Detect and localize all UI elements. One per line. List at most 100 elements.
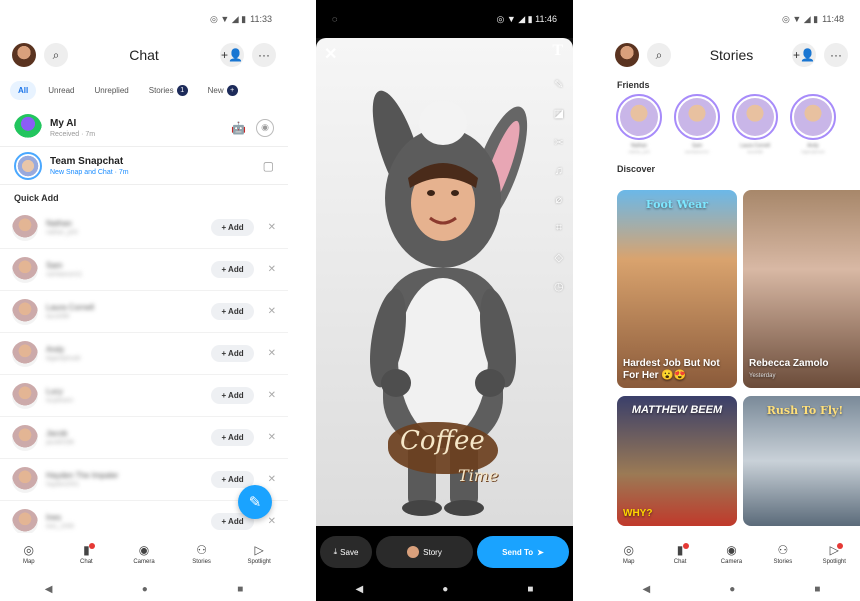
- close-icon[interactable]: ✕: [324, 44, 337, 64]
- add-button[interactable]: + Add: [211, 387, 254, 404]
- close-icon[interactable]: ✕: [268, 474, 276, 485]
- nav-camera[interactable]: ◉ Camera: [711, 543, 751, 565]
- text-tool-icon[interactable]: T: [552, 42, 563, 60]
- add-friend-icon[interactable]: +👤: [220, 43, 244, 67]
- more-icon[interactable]: ···: [252, 43, 276, 67]
- back-icon[interactable]: ◀: [643, 584, 651, 595]
- filter-chips: All Unread Unreplied Stories 1 New +: [0, 72, 288, 109]
- discover-card[interactable]: Rush To Fly!: [743, 396, 860, 526]
- filter-new[interactable]: New +: [200, 80, 246, 101]
- friend-username: hayden2001: [46, 482, 80, 488]
- search-icon[interactable]: ⌕: [647, 43, 671, 67]
- creator-name: Rebecca Zamolo: [749, 358, 829, 369]
- search-icon[interactable]: ⌕: [44, 43, 68, 67]
- list-item[interactable]: Lucy lucybeann + Add ✕: [0, 375, 288, 417]
- add-button[interactable]: + Add: [211, 345, 254, 362]
- filter-label: All: [18, 86, 29, 95]
- profile-avatar[interactable]: [12, 43, 36, 67]
- save-button[interactable]: ⤓ Save: [320, 536, 372, 568]
- filter-unreplied[interactable]: Unreplied: [86, 81, 136, 100]
- status-icons: ◎ ▼ ◢ ▮: [782, 13, 819, 24]
- friend-story[interactable]: Sam samlawson11: [673, 94, 721, 154]
- camera-icon[interactable]: ◉: [256, 118, 274, 137]
- coffee-time-sticker[interactable]: Coffee Time: [388, 416, 518, 496]
- nav-spotlight[interactable]: ▷ Spotlight: [239, 543, 279, 565]
- nav-chat[interactable]: ▮ Chat: [66, 543, 106, 565]
- new-chat-button[interactable]: ✎: [238, 485, 272, 519]
- recents-icon[interactable]: ■: [237, 584, 243, 595]
- list-item[interactable]: Sam samlawson11 + Add ✕: [0, 249, 288, 291]
- friend-name: Laura Cornell: [46, 303, 95, 312]
- plus-icon: +: [226, 85, 238, 96]
- discover-card[interactable]: Rebecca Zamolo Yesterday: [743, 190, 860, 388]
- crop-icon[interactable]: ⌗: [554, 222, 564, 235]
- robot-icon: 🤖: [231, 120, 246, 135]
- friend-name: Lucy: [46, 387, 63, 396]
- friend-story[interactable]: Laura Cornell laura088: [731, 94, 779, 154]
- nav-spotlight[interactable]: ▷ Spotlight: [814, 543, 854, 565]
- system-nav: ◀ ● ■: [603, 578, 860, 601]
- add-friend-icon[interactable]: +👤: [792, 43, 816, 67]
- system-nav: ◀ ● ■: [0, 578, 288, 601]
- sticker-icon[interactable]: ◪: [554, 107, 564, 120]
- chat-bubble-icon[interactable]: ▢: [263, 159, 274, 173]
- filter-stories[interactable]: Stories 1: [141, 80, 196, 101]
- friend-story[interactable]: Nathan nathan_p03: [615, 94, 663, 154]
- discover-card[interactable]: MATTHEW BEEM WHY?: [617, 396, 737, 526]
- home-icon[interactable]: ●: [442, 584, 448, 595]
- profile-avatar[interactable]: [615, 43, 639, 67]
- back-icon[interactable]: ◀: [45, 584, 53, 595]
- home-icon[interactable]: ●: [729, 584, 735, 595]
- more-icon[interactable]: ···: [824, 43, 848, 67]
- status-icons: ◎ ▼ ◢ ▮: [210, 13, 247, 24]
- music-icon[interactable]: ♫: [554, 165, 564, 177]
- close-icon[interactable]: ✕: [268, 390, 276, 401]
- nav-stories[interactable]: ⚇ Stories: [763, 543, 803, 565]
- friend-story[interactable]: Andy bigandyhudd: [789, 94, 837, 154]
- avatar: [12, 382, 38, 409]
- close-icon[interactable]: ✕: [268, 222, 276, 233]
- close-icon[interactable]: ✕: [268, 516, 276, 527]
- avatar: [12, 340, 38, 367]
- send-to-button[interactable]: Send To ➤: [477, 536, 569, 568]
- add-button[interactable]: + Add: [211, 429, 254, 446]
- friend-username: nathan_p03: [628, 149, 650, 154]
- list-item[interactable]: Andy bigandyhudd + Add ✕: [0, 333, 288, 375]
- add-button[interactable]: + Add: [211, 219, 254, 236]
- nav-chat[interactable]: ▮ Chat: [660, 543, 700, 565]
- discover-card[interactable]: Foot Wear Hardest Job But Not For Her 😮😍: [617, 190, 737, 388]
- list-item[interactable]: Nathan nathan_p03 + Add ✕: [0, 207, 288, 249]
- card-headline: Foot Wear: [645, 198, 709, 211]
- recents-icon[interactable]: ■: [814, 584, 820, 595]
- filter-all[interactable]: All: [10, 81, 37, 100]
- story-ring: [616, 94, 662, 140]
- status-bar: ◌ ◎ ▼ ◢ ▮ 11:46: [316, 0, 573, 38]
- close-icon[interactable]: ✕: [268, 348, 276, 359]
- chat-row-my-ai[interactable]: My AI Received · 7m 🤖 ◉: [0, 109, 288, 147]
- close-icon[interactable]: ✕: [268, 306, 276, 317]
- card-headline: Rush To Fly!: [766, 404, 844, 417]
- list-item[interactable]: Laura Cornell laura088 + Add ✕: [0, 291, 288, 333]
- sticker-text: Coffee: [400, 426, 485, 456]
- home-icon[interactable]: ●: [142, 584, 148, 595]
- scissors-icon[interactable]: ✂: [554, 136, 564, 149]
- filter-unread[interactable]: Unread: [40, 81, 82, 100]
- nav-stories[interactable]: ⚇ Stories: [182, 543, 222, 565]
- story-button[interactable]: Story: [376, 536, 473, 568]
- close-icon[interactable]: ✕: [268, 264, 276, 275]
- friend-username: bigandyhudd: [46, 356, 81, 362]
- back-icon[interactable]: ◀: [356, 584, 364, 595]
- close-icon[interactable]: ✕: [268, 432, 276, 443]
- nav-camera[interactable]: ◉ Camera: [124, 543, 164, 565]
- timer-icon[interactable]: ◷: [554, 280, 564, 293]
- nav-map[interactable]: ◎ Map: [609, 543, 649, 565]
- add-button[interactable]: + Add: [211, 303, 254, 320]
- link-icon[interactable]: ⌀: [554, 193, 564, 206]
- chat-row-team-snapchat[interactable]: Team Snapchat New Snap and Chat · 7m ▢: [0, 147, 288, 185]
- nav-map[interactable]: ◎ Map: [9, 543, 49, 565]
- pencil-icon[interactable]: ✎: [554, 78, 564, 91]
- eraser-icon[interactable]: ◇: [554, 251, 564, 264]
- recents-icon[interactable]: ■: [527, 584, 533, 595]
- list-item[interactable]: Jacob jacob0198 + Add ✕: [0, 417, 288, 459]
- add-button[interactable]: + Add: [211, 261, 254, 278]
